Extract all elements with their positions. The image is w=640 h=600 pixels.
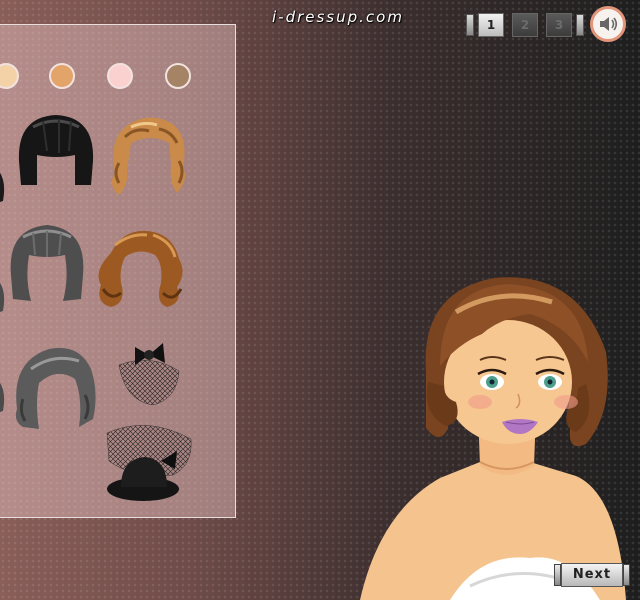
site-logo: i-dressup.com [272, 8, 404, 26]
black-pillbox-veil-hat[interactable] [103, 409, 199, 505]
brown-curled-hair[interactable] [93, 223, 189, 313]
wardrobe-panel [0, 24, 236, 518]
page-1-button[interactable]: 1 [478, 13, 504, 37]
swatch-taupe[interactable] [165, 63, 191, 89]
page-selector: 1 2 3 [466, 12, 584, 38]
gray-bangs-bob-hair[interactable] [5, 219, 89, 305]
speaker-icon [600, 17, 618, 31]
golden-curly-hair[interactable] [105, 113, 193, 201]
swatch-light-peach[interactable] [0, 63, 19, 89]
black-bow-veil-hat[interactable] [115, 331, 185, 411]
pager-left-cap [466, 14, 474, 36]
next-button[interactable]: Next [554, 562, 630, 588]
gray-side-part-hair[interactable] [9, 339, 99, 435]
page-2-button[interactable]: 2 [512, 13, 538, 37]
swatch-pink[interactable] [107, 63, 133, 89]
pager-right-cap [576, 14, 584, 36]
black-blunt-bob-hair[interactable] [13, 111, 99, 191]
partial-hair-item-3[interactable] [0, 375, 9, 415]
next-button-right-cap [623, 564, 630, 586]
next-button-label: Next [561, 563, 623, 587]
partial-hair-item-1[interactable] [0, 165, 9, 205]
next-button-left-cap [554, 564, 561, 586]
page-3-button[interactable]: 3 [546, 13, 572, 37]
sound-toggle-button[interactable] [590, 6, 626, 42]
doll-character [360, 277, 626, 600]
swatch-caramel[interactable] [49, 63, 75, 89]
